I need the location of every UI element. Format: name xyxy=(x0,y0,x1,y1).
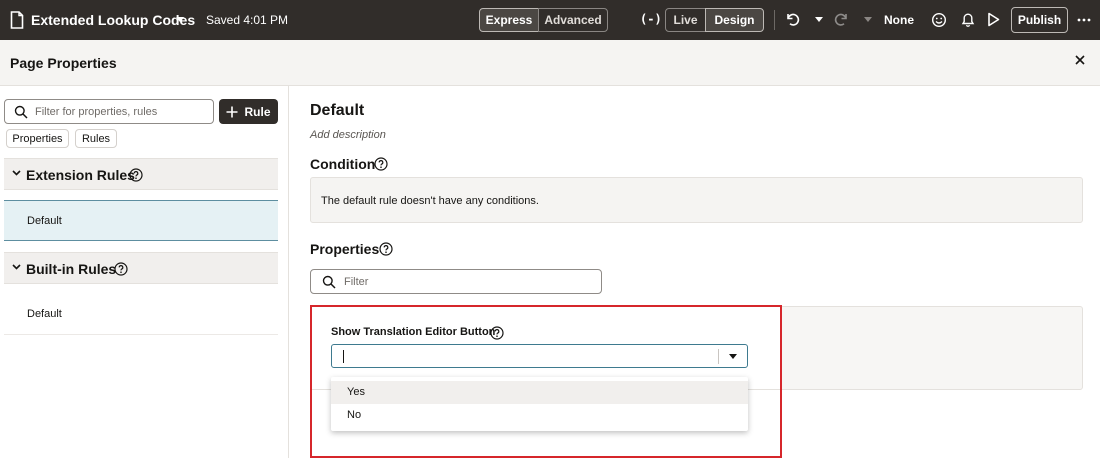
advanced-mode-button[interactable]: Advanced xyxy=(538,8,608,32)
properties-chip[interactable]: Properties xyxy=(6,129,69,148)
condition-text: The default rule doesn't have any condit… xyxy=(321,195,539,207)
help-icon[interactable] xyxy=(114,262,128,276)
help-icon[interactable] xyxy=(374,157,388,171)
app-title[interactable]: Extended Lookup Codes xyxy=(31,0,195,40)
document-icon xyxy=(10,11,24,29)
scope-selector[interactable]: None xyxy=(884,0,914,40)
page-properties-header: Page Properties xyxy=(0,40,1100,86)
redo-history-chevron-icon[interactable] xyxy=(864,17,872,22)
help-icon[interactable] xyxy=(379,242,393,256)
undo-icon[interactable] xyxy=(784,11,800,27)
rule-item-label: Default xyxy=(27,215,62,227)
extension-rules-section[interactable]: Extension Rules xyxy=(4,158,278,190)
properties-filter-box[interactable] xyxy=(310,269,602,294)
chevron-down-icon[interactable] xyxy=(176,17,184,22)
rules-chip[interactable]: Rules xyxy=(75,129,117,148)
add-description-link[interactable]: Add description xyxy=(310,129,386,141)
plus-icon xyxy=(226,106,238,117)
express-mode-button[interactable]: Express xyxy=(479,8,539,32)
publish-button[interactable]: Publish xyxy=(1011,7,1068,33)
chevron-down-icon[interactable] xyxy=(12,264,21,270)
rules-search-box[interactable] xyxy=(4,99,214,124)
rule-item-built-in-default[interactable]: Default xyxy=(4,294,278,335)
highlight-annotation-frame xyxy=(310,305,782,458)
section-title: Extension Rules xyxy=(26,167,135,183)
toolbar-divider xyxy=(774,10,775,30)
play-icon[interactable] xyxy=(987,12,1000,27)
condition-box: The default rule doesn't have any condit… xyxy=(310,177,1083,223)
properties-filter-input[interactable] xyxy=(344,272,594,291)
add-rule-label: Rule xyxy=(244,104,271,119)
help-icon[interactable] xyxy=(129,168,143,182)
rule-detail-panel: Default Add description Condition The de… xyxy=(290,86,1100,458)
design-view-button[interactable]: Design xyxy=(705,8,764,32)
chevron-down-icon[interactable] xyxy=(12,170,21,176)
redo-icon[interactable] xyxy=(834,11,850,27)
rule-title: Default xyxy=(310,102,365,119)
search-icon xyxy=(322,275,336,289)
undo-history-chevron-icon[interactable] xyxy=(815,17,823,22)
condition-heading: Condition xyxy=(310,156,376,172)
rule-item-label: Default xyxy=(27,308,62,320)
saved-status: Saved 4:01 PM xyxy=(206,13,289,27)
section-title: Built-in Rules xyxy=(26,261,117,277)
top-bar: Extended Lookup Codes Saved 4:01 PM Expr… xyxy=(0,0,1100,40)
rules-search-input[interactable] xyxy=(35,102,210,121)
smile-icon[interactable] xyxy=(931,12,947,28)
add-rule-button[interactable]: Rule xyxy=(219,99,278,124)
rules-panel: Rule Properties Rules Extension Rules De… xyxy=(0,86,289,458)
close-icon[interactable] xyxy=(1074,54,1086,66)
search-icon xyxy=(14,105,28,119)
rule-item-extension-default[interactable]: Default xyxy=(4,200,278,241)
properties-heading: Properties xyxy=(310,241,380,257)
live-view-button[interactable]: Live xyxy=(665,8,706,32)
more-icon[interactable] xyxy=(1077,18,1091,22)
variables-icon[interactable]: (-) xyxy=(640,12,662,26)
built-in-rules-section[interactable]: Built-in Rules xyxy=(4,252,278,284)
page-title: Page Properties xyxy=(10,55,117,71)
bell-icon[interactable] xyxy=(960,11,976,28)
